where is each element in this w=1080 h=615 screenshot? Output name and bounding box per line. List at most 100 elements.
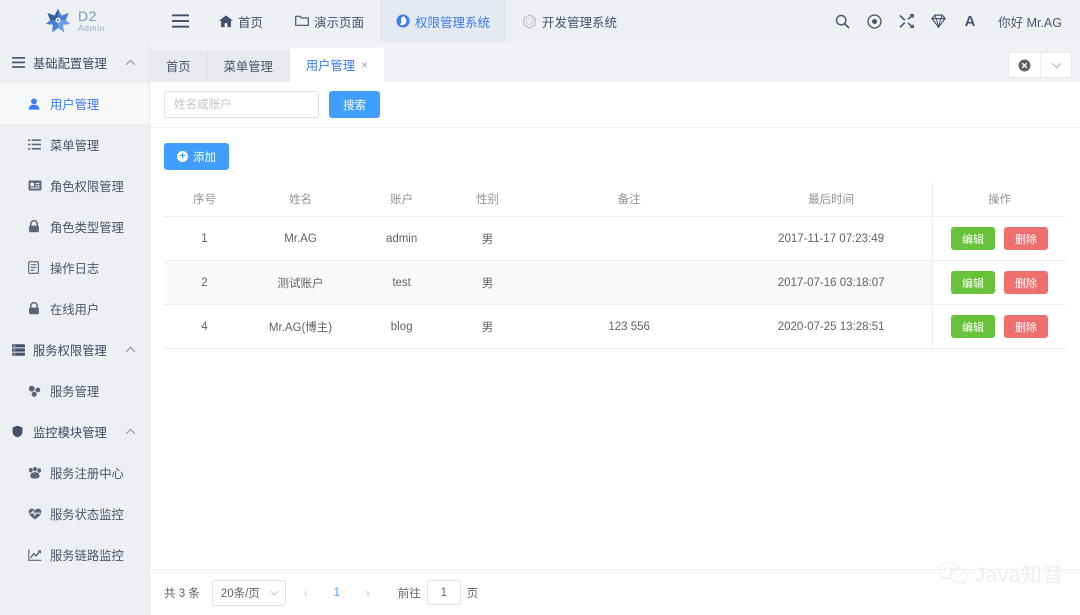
menu-toggle-button[interactable] (150, 0, 203, 42)
chevron-up-icon (125, 346, 136, 353)
sidebar-item-online-users[interactable]: 在线用户 (0, 288, 149, 329)
tab-tools (1008, 52, 1072, 78)
top-nav: 首页 演示页面 权限管理系统 开发管理系统 (150, 0, 826, 42)
lock-icon (28, 220, 46, 233)
cell-gender: 男 (447, 304, 528, 349)
topnav-label-permission: 权限管理系统 (415, 15, 491, 30)
topnav-item-develop[interactable]: 开发管理系统 (506, 0, 633, 42)
sidebar-item-service-registry[interactable]: 服务注册中心 (0, 452, 149, 493)
sidebar-item-label: 菜单管理 (50, 138, 100, 153)
search-icon[interactable] (826, 0, 858, 42)
sidebar-item-label: 服务链路监控 (50, 548, 124, 563)
cell-name: Mr.AG (244, 216, 357, 261)
brand-name: D2 (77, 8, 97, 25)
table-row[interactable]: 1 Mr.AG admin 男 2017-11-17 07:23:49 编辑 删… (164, 216, 1066, 261)
sidebar-item-service-management[interactable]: 服务管理 (0, 370, 149, 411)
table-header-operations: 操作 (931, 182, 1066, 217)
sidebar-item-operation-log[interactable]: 操作日志 (0, 247, 149, 288)
sidebar-group-basic-config[interactable]: 基础配置管理 (0, 42, 149, 83)
table-header-remark: 备注 (528, 182, 731, 217)
sidebar-item-label: 服务管理 (50, 384, 100, 399)
chart-line-icon (28, 549, 46, 561)
sidebar-item-label: 在线用户 (50, 302, 100, 317)
cell-last-time: 2017-11-17 07:23:49 (730, 216, 933, 261)
edit-button[interactable]: 编辑 (950, 315, 995, 338)
tab-label: 菜单管理 (223, 60, 273, 74)
cell-last-time: 2020-07-25 13:28:51 (730, 304, 933, 349)
sidebar-group-service-permission[interactable]: 服务权限管理 (0, 329, 149, 370)
topnav-label-home: 首页 (238, 15, 264, 30)
font-size-letter: A (964, 12, 976, 30)
pagination-total: 共 3 条 (164, 587, 200, 600)
gem-icon[interactable] (922, 0, 954, 42)
hexagon-icon (522, 13, 537, 29)
tab-bar: 首页 菜单管理 用户管理 × (150, 42, 1080, 82)
pagination-next-button[interactable]: › (356, 581, 380, 605)
font-size-icon[interactable]: A (954, 0, 986, 42)
close-circle-icon[interactable] (1009, 53, 1040, 77)
sidebar-item-user-management[interactable]: 用户管理 (0, 83, 149, 124)
sidebar-item-label: 角色类型管理 (50, 220, 124, 235)
topnav-item-permission[interactable]: 权限管理系统 (380, 0, 507, 42)
header-actions: A 你好 Mr.AG (826, 0, 1080, 42)
top-header: D2 Admin 首页 演示页面 权限管理系统 开发管理系统 A 你好 Mr.A… (0, 0, 1080, 42)
table-row[interactable]: 2 测试账户 test 男 2017-07-16 03:18:07 编辑 删除 (164, 260, 1066, 305)
tab-home[interactable]: 首页 (150, 50, 208, 82)
search-input[interactable] (164, 91, 319, 118)
pagination-prev-button[interactable]: ‹ (294, 581, 318, 605)
tab-close-icon[interactable]: × (361, 59, 368, 71)
sidebar-item-role-type[interactable]: 角色类型管理 (0, 206, 149, 247)
cell-remark (528, 260, 731, 305)
shield-globe-icon (396, 14, 410, 28)
topnav-item-home[interactable]: 首页 (203, 0, 279, 42)
page-size-select[interactable]: 20条/页 (211, 579, 286, 606)
sidebar-item-label: 角色权限管理 (50, 179, 124, 194)
sidebar-item-service-status[interactable]: 服务状态监控 (0, 493, 149, 534)
table-header-last-time: 最后时间 (730, 182, 933, 217)
sidebar-item-role-permission[interactable]: 角色权限管理 (0, 165, 149, 206)
pagination-page-1[interactable]: 1 (326, 581, 348, 605)
delete-button[interactable]: 删除 (1003, 271, 1048, 294)
sidebar-item-label: 用户管理 (50, 97, 100, 112)
row-action-group: 编辑 删除 (933, 227, 1066, 250)
tab-label: 首页 (166, 60, 191, 74)
tab-user-management[interactable]: 用户管理 × (289, 48, 385, 82)
edit-button[interactable]: 编辑 (950, 227, 995, 250)
row-action-group: 编辑 删除 (933, 315, 1066, 338)
table-row[interactable]: 4 Mr.AG(博主) blog 男 123 556 2020-07-25 13… (164, 304, 1066, 349)
document-icon (28, 261, 46, 274)
table-header-name: 姓名 (244, 182, 357, 217)
sidebar-item-label: 服务状态监控 (50, 507, 124, 522)
chevron-down-icon (270, 590, 279, 596)
sidebar-item-menu-management[interactable]: 菜单管理 (0, 124, 149, 165)
lock-icon (28, 302, 46, 315)
delete-button[interactable]: 删除 (1003, 315, 1048, 338)
main-area: 首页 菜单管理 用户管理 × 姓名或账户 搜索 + 添加 序号 姓名 账户 性别… (150, 42, 1080, 615)
row-action-group: 编辑 删除 (933, 271, 1066, 294)
tab-menu-management[interactable]: 菜单管理 (207, 50, 290, 82)
jumper-suffix-label: 页 (466, 587, 479, 600)
table-header-account: 账户 (356, 182, 448, 217)
page-size-value: 20条/页 (220, 587, 260, 600)
edit-button[interactable]: 编辑 (950, 271, 995, 294)
sidebar-group-monitor-module[interactable]: 监控模块管理 (0, 411, 149, 452)
shuffle-icon[interactable] (890, 0, 922, 42)
topnav-label-develop: 开发管理系统 (542, 15, 618, 30)
sidebar: 基础配置管理 用户管理 菜单管理 角色权限管理 角色类型管理 操作日志 在线用户… (0, 42, 150, 615)
shield-icon (12, 425, 29, 438)
user-icon (28, 97, 46, 110)
add-button[interactable]: + 添加 (164, 143, 229, 170)
content-card: 搜索 + 添加 (150, 82, 1080, 615)
delete-button[interactable]: 删除 (1003, 227, 1048, 250)
chevron-down-icon[interactable] (1040, 53, 1071, 77)
sidebar-item-service-trace[interactable]: 服务链路监控 (0, 534, 149, 575)
theme-icon[interactable] (858, 0, 890, 42)
brand-logo[interactable]: D2 Admin (0, 0, 150, 42)
cell-gender: 男 (447, 216, 528, 261)
jumper-input[interactable] (426, 580, 461, 605)
topnav-item-demo[interactable]: 演示页面 (279, 0, 380, 42)
user-greeting[interactable]: 你好 Mr.AG (986, 12, 1062, 31)
cell-remark (528, 216, 731, 261)
cell-operations: 编辑 删除 (931, 216, 1066, 261)
search-button[interactable]: 搜索 (329, 91, 380, 118)
